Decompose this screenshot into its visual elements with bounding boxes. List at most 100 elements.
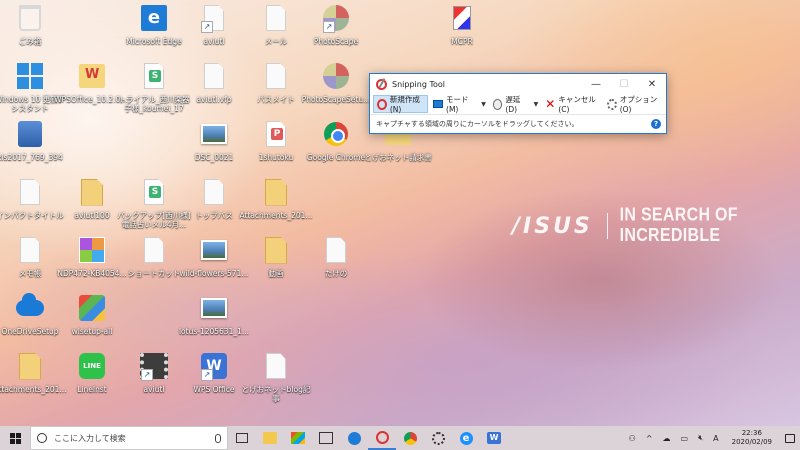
taskbar-store[interactable] (284, 426, 312, 450)
desktop-icon-takeno[interactable]: たけの (298, 234, 374, 296)
taskbar-snipping-tool[interactable] (368, 426, 396, 450)
desktop-icon-mcpr[interactable]: MCPR (424, 2, 500, 64)
system-tray: ⚇ ^ ☁ ▭ 🔇︎ A 22:36 2020/02/09 (624, 426, 800, 450)
desktop-icon-label: 動画 (268, 269, 284, 278)
snipping-tool-titlebar[interactable]: Snipping Tool — ☐ ✕ (370, 74, 666, 94)
document-icon (199, 2, 229, 34)
clock-icon (492, 98, 503, 110)
document-icon (199, 176, 229, 208)
brand-tagline: IN SEARCH OF INCREDIBLE (619, 205, 738, 246)
desktop-icon-label: aviutl.vfp (196, 95, 232, 104)
edge-icon (347, 431, 361, 445)
desktop-icon-recycle-bin[interactable]: ごみ箱 (0, 2, 68, 64)
clock-date: 2020/02/09 (731, 438, 772, 446)
start-button[interactable] (0, 426, 30, 450)
window-controls: — ☐ ✕ (582, 74, 666, 94)
folder-document-icon (77, 176, 107, 208)
image-icon (199, 234, 229, 266)
people-icon[interactable]: ⚇ (624, 426, 641, 450)
folder-icon (263, 432, 277, 444)
desktop-icon-label: OneDriveSetup (1, 327, 59, 336)
image-icon (199, 118, 229, 150)
taskbar-settings[interactable] (424, 426, 452, 450)
chrome-icon (321, 118, 351, 150)
desktop-icon-label: トップバス (195, 211, 233, 220)
wps-document-icon (139, 176, 169, 208)
volume-muted-icon[interactable]: 🔇︎ (693, 426, 708, 450)
notification-icon (785, 433, 795, 443)
desktop-icon-label: Attachments_201... (239, 211, 313, 220)
film-icon (139, 350, 169, 382)
desktop-icon-label: 1shutoku (258, 153, 294, 162)
mail-icon (319, 432, 333, 444)
taskbar: ここに入力して検索 e W ⚇ ^ ☁ ▭ 🔇︎ A 22:36 2020/02… (0, 426, 800, 450)
taskbar-chrome[interactable] (396, 426, 424, 450)
photoscape-icon (321, 2, 351, 34)
taskbar-search-box[interactable]: ここに入力して検索 (30, 426, 228, 450)
new-snip-button[interactable]: 新規作成(N) (373, 95, 429, 114)
task-view-button[interactable] (228, 426, 256, 450)
document-icon (139, 234, 169, 266)
taskbar-wps[interactable]: W (480, 426, 508, 450)
kis-icon (15, 118, 45, 150)
snipping-tool-window[interactable]: Snipping Tool — ☐ ✕ 新規作成(N) モード(M) ▼ 遅延(… (369, 73, 667, 134)
close-button[interactable]: ✕ (638, 74, 666, 94)
taskbar-file-explorer[interactable] (256, 426, 284, 450)
folder-document-icon (261, 234, 291, 266)
desktop-icon-label: とげおネットblog記事 (241, 385, 311, 403)
desktop-icon-label: Microsoft Edge (126, 37, 182, 46)
show-hidden-icons-chevron-icon[interactable]: ^ (641, 426, 658, 450)
document-icon (261, 60, 291, 92)
taskbar-ie[interactable]: e (452, 426, 480, 450)
delay-button[interactable]: 遅延(D) (490, 95, 531, 114)
snipping-tool-icon (375, 430, 389, 444)
brand-separator (606, 213, 608, 239)
pdf-icon (261, 118, 291, 150)
desktop-icon-kis[interactable]: kis2017_769_394 (0, 118, 68, 180)
windows-update-icon (15, 60, 45, 92)
cortana-circle-icon (37, 433, 47, 443)
desktop-icon-label: WPS Office (193, 385, 235, 394)
desktop-icon-label: lotus-1205631_1... (178, 327, 250, 336)
new-snip-label: 新規作成(N) (389, 95, 420, 114)
network-icon[interactable]: ▭ (676, 426, 694, 450)
desktop-icon-photoscape[interactable]: PhotoScape (298, 2, 374, 64)
taskbar-mail[interactable] (312, 426, 340, 450)
desktop-icon-label: Google Chrome (306, 153, 366, 162)
mode-dropdown-caret-icon[interactable]: ▼ (481, 101, 486, 108)
desktop-icon-label: aviutl100 (74, 211, 110, 220)
desktop-icon-label: kis2017_769_394 (0, 153, 63, 162)
desktop-icon-lotus[interactable]: lotus-1205631_1... (176, 292, 252, 354)
onedrive-tray-icon[interactable]: ☁ (658, 426, 676, 450)
wps-office-icon: W (487, 432, 501, 444)
wlsetup-icon (77, 292, 107, 324)
clock[interactable]: 22:36 2020/02/09 (724, 429, 780, 447)
maximize-button[interactable]: ☐ (610, 74, 638, 94)
desktop-icon-label: aviutl (143, 385, 165, 394)
wps-installer-icon (77, 60, 107, 92)
microphone-icon[interactable] (215, 433, 221, 443)
wps-document-icon (139, 60, 169, 92)
snipping-status-bar: キャプチャする領域の周りにカーソルをドラッグしてください。 ? (370, 114, 666, 133)
options-button[interactable]: オプション(O) (604, 95, 664, 114)
status-message: キャプチャする領域の周りにカーソルをドラッグしてください。 (376, 120, 579, 128)
mode-button[interactable]: モード(M) (430, 95, 478, 114)
help-icon[interactable]: ? (651, 119, 661, 129)
ime-indicator[interactable]: A (708, 426, 723, 450)
photoscape-icon (321, 60, 351, 92)
desktop-icon-wlsetup[interactable]: wlsetup-all (54, 292, 130, 354)
delay-dropdown-caret-icon[interactable]: ▼ (534, 101, 539, 108)
internet-explorer-icon: e (459, 431, 473, 445)
window-title: Snipping Tool (392, 79, 445, 89)
desktop-icon-label: wlsetup-all (71, 327, 113, 336)
desktop-icon-attachments-1[interactable]: Attachments_201... (238, 176, 314, 238)
desktop-icon-blog-article[interactable]: とげおネットblog記事 (238, 350, 314, 412)
desktop-icon-photoscape-setup[interactable]: PhotoScapeSetu... (298, 60, 374, 122)
action-center-button[interactable] (780, 426, 800, 450)
minimize-button[interactable]: — (582, 74, 610, 94)
desktop: /ISUS IN SEARCH OF INCREDIBLE ごみ箱 e Micr… (0, 0, 800, 426)
taskbar-edge[interactable] (340, 426, 368, 450)
cancel-button[interactable]: ✕ キャンセル(C) (542, 95, 602, 114)
asus-wallpaper-branding: /ISUS IN SEARCH OF INCREDIBLE (512, 205, 800, 246)
desktop-icon-label: たけの (324, 269, 348, 278)
